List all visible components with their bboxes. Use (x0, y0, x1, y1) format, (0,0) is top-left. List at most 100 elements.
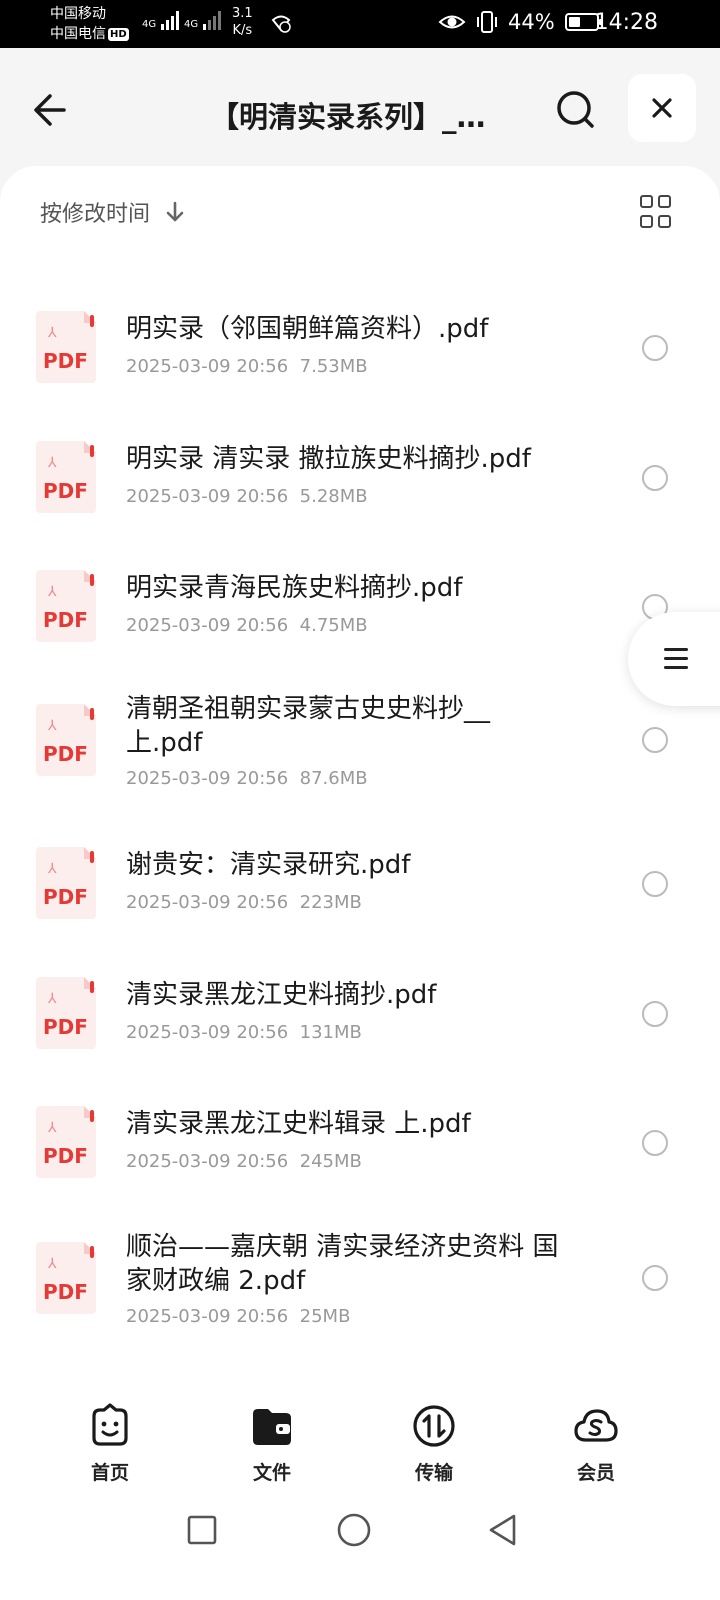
file-row[interactable]: ⅄ PDF 清实录黑龙江史料摘抄.pdf 2025-03-09 20:56 131MB (0, 968, 720, 1088)
file-type-label: PDF (43, 1280, 88, 1304)
file-size: 25MB (299, 1306, 351, 1327)
nav-label: 传输 (414, 1462, 453, 1484)
carrier-1: 中国移动 (50, 6, 106, 22)
folder-file-icon (253, 1409, 291, 1445)
file-row[interactable]: ⅄ PDF 谢贵安：清实录研究.pdf 2025-03-09 20:56 223MB (0, 838, 720, 958)
pdf-file-icon: ⅄ PDF (36, 311, 96, 383)
circle-home-icon[interactable] (336, 1512, 372, 1548)
pdf-file-icon: ⅄ PDF (36, 570, 96, 642)
square-recent-icon[interactable] (186, 1514, 218, 1546)
select-radio[interactable] (642, 335, 668, 361)
pdf-file-icon: ⅄ PDF (36, 704, 96, 776)
battery-icon (564, 13, 602, 31)
signal-bars-dim-icon (203, 10, 222, 30)
nav-transfer[interactable]: 传输 (384, 1402, 484, 1485)
file-size: 4.75MB (299, 615, 368, 636)
close-button[interactable] (628, 74, 696, 142)
nav-label: 会员 (576, 1462, 615, 1484)
file-type-label: PDF (43, 608, 88, 632)
select-radio[interactable] (642, 1130, 668, 1156)
signal-2: 4G (184, 10, 222, 30)
vibrate-icon (477, 11, 497, 33)
system-navigation-bar (0, 1500, 720, 1600)
file-type-label: PDF (43, 349, 88, 373)
hd-badge: HD (108, 27, 129, 41)
file-name: 明实录青海民族史料摘抄.pdf (126, 573, 463, 603)
file-row[interactable]: ⅄ PDF 明实录（邻国朝鲜篇资料）.pdf 2025-03-09 20:56 7.5… (0, 302, 720, 422)
wifi-icon (271, 15, 291, 33)
page-title: 【明清实录系列】_… (210, 100, 486, 134)
menu-line (664, 657, 688, 660)
file-date: 2025-03-09 20:56 (126, 356, 289, 377)
file-meta: 2025-03-09 20:56 5.28MB (126, 486, 368, 507)
file-list-panel: 按修改时间 ⅄ PDF 明实录（邻国朝鲜篇资料）.pdf 2025-03-09 20:… (0, 166, 720, 1416)
speed-value: 3.1 (232, 6, 253, 21)
file-size: 5.28MB (299, 486, 368, 507)
file-row[interactable]: ⅄ PDF 清朝圣祖朝实录蒙古史史料抄__上.pdf 2025-03-09 20:56… (0, 694, 720, 816)
arrow-left-icon[interactable] (28, 86, 76, 134)
select-radio[interactable] (642, 727, 668, 753)
file-size: 223MB (299, 892, 362, 913)
file-type-label: PDF (43, 479, 88, 503)
file-name: 明实录 清实录 撒拉族史料摘抄.pdf (126, 444, 531, 474)
file-size: 7.53MB (299, 356, 368, 377)
file-name: 谢贵安：清实录研究.pdf (126, 850, 411, 880)
select-radio[interactable] (642, 1001, 668, 1027)
network-type-1: 4G (142, 19, 157, 30)
nav-home[interactable]: 首页 (60, 1402, 160, 1485)
network-type-2: 4G (184, 19, 199, 30)
nav-label: 文件 (252, 1462, 291, 1484)
file-date: 2025-03-09 20:56 (126, 1306, 289, 1327)
bottom-navigation: 首页 文件 传输 会员 (0, 1390, 720, 1500)
nav-label: 首页 (90, 1462, 129, 1484)
file-name: 清实录黑龙江史料辑录 上.pdf (126, 1109, 471, 1139)
sort-control[interactable]: 按修改时间 (40, 196, 186, 228)
file-type-label: PDF (43, 885, 88, 909)
file-row[interactable]: ⅄ PDF 明实录青海民族史料摘抄.pdf 2025-03-09 20:56 4.75… (0, 561, 720, 681)
signal-1: 4G (142, 10, 180, 30)
file-type-label: PDF (43, 742, 88, 766)
file-date: 2025-03-09 20:56 (126, 892, 289, 913)
close-icon (652, 98, 672, 118)
nav-files[interactable]: 文件 (222, 1402, 322, 1485)
file-name: 清实录黑龙江史料摘抄.pdf (126, 980, 437, 1010)
status-right: 44% (438, 10, 602, 34)
header: 【明清实录系列】_… (0, 48, 720, 166)
signal-bars-icon (161, 10, 180, 30)
file-meta: 2025-03-09 20:56 223MB (126, 892, 362, 913)
menu-line (664, 666, 688, 669)
pdf-file-icon: ⅄ PDF (36, 1106, 96, 1178)
network-speed: 3.1 K/s (232, 5, 253, 39)
speed-unit: K/s (232, 23, 253, 38)
smiley-home-icon (92, 1403, 128, 1446)
file-name: 清朝圣祖朝实录蒙古史史料抄__上.pdf (126, 694, 491, 758)
select-radio[interactable] (642, 871, 668, 897)
eye-icon (438, 15, 466, 29)
file-size: 131MB (299, 1022, 362, 1043)
file-date: 2025-03-09 20:56 (126, 768, 289, 789)
file-meta: 2025-03-09 20:56 7.53MB (126, 356, 368, 377)
select-radio[interactable] (642, 1265, 668, 1291)
pdf-file-icon: ⅄ PDF (36, 847, 96, 919)
transfer-icon (413, 1405, 455, 1447)
file-date: 2025-03-09 20:56 (126, 615, 289, 636)
grid-view-icon[interactable] (640, 195, 674, 229)
file-row[interactable]: ⅄ PDF 顺治——嘉庆朝 清实录经济史资料 国家财政编 2.pdf 2025-03-… (0, 1232, 720, 1354)
nav-vip[interactable]: 会员 (546, 1402, 646, 1485)
select-radio[interactable] (642, 465, 668, 491)
cloud-vip-icon (574, 1409, 618, 1442)
file-row[interactable]: ⅄ PDF 明实录 清实录 撒拉族史料摘抄.pdf 2025-03-09 20:56 … (0, 432, 720, 552)
arrow-down-icon (166, 201, 184, 222)
battery-percent: 44% (508, 10, 555, 34)
status-bar: 中国移动 中国电信 HD 4G 4G 3.1 K/s 44% 14:28 (0, 0, 720, 48)
file-row[interactable]: ⅄ PDF 清实录黑龙江史料辑录 上.pdf 2025-03-09 20:56 245… (0, 1097, 720, 1217)
triangle-back-icon[interactable] (486, 1512, 520, 1548)
file-type-label: PDF (43, 1015, 88, 1039)
file-size: 245MB (299, 1151, 362, 1172)
carrier-info: 中国移动 中国电信 HD (50, 4, 129, 44)
file-meta: 2025-03-09 20:56 87.6MB (126, 768, 368, 789)
sort-label: 按修改时间 (40, 202, 151, 227)
search-icon[interactable] (552, 86, 600, 134)
floating-menu-button[interactable] (628, 612, 720, 706)
pdf-file-icon: ⅄ PDF (36, 1242, 96, 1314)
